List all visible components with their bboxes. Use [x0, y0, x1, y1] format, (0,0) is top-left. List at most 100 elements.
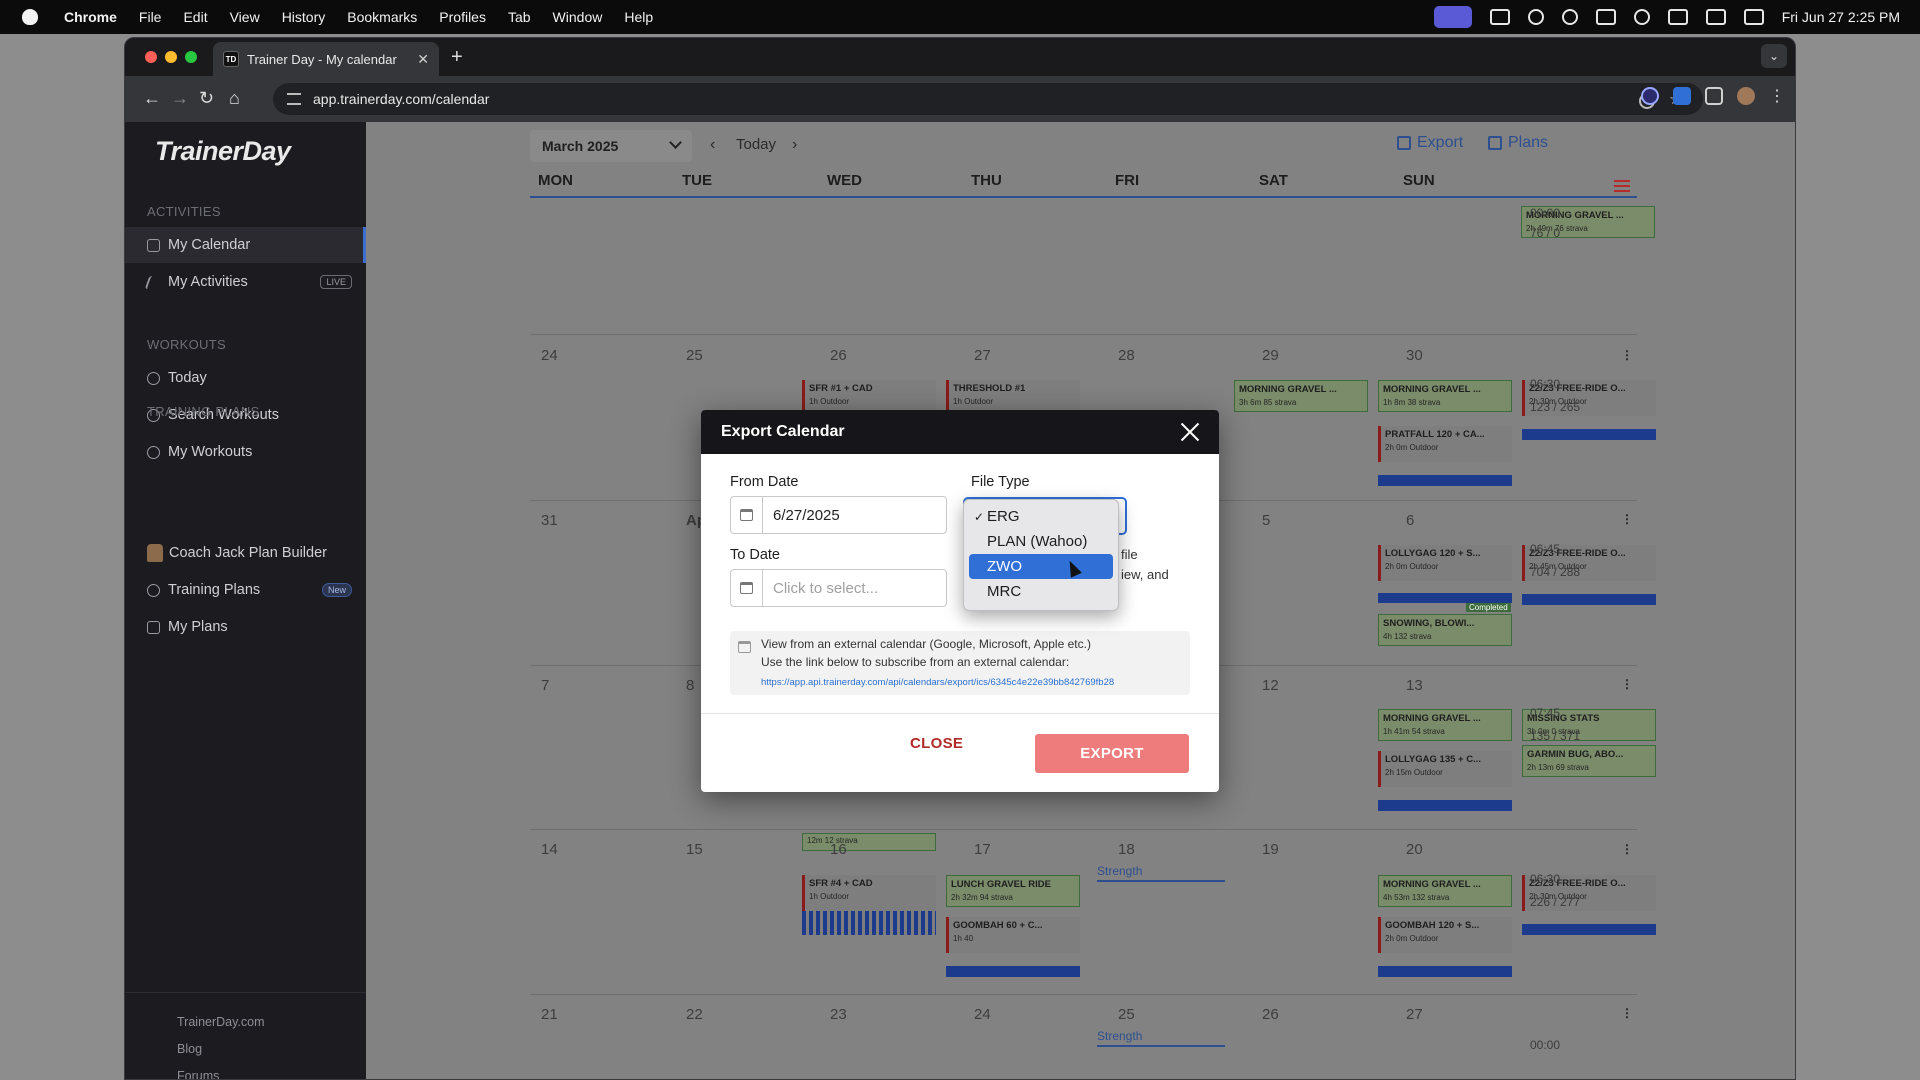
- day-number: 24: [974, 1006, 991, 1023]
- week-menu-icon[interactable]: ⋮: [1621, 512, 1633, 526]
- minimize-window-icon[interactable]: [165, 51, 177, 63]
- prev-month-icon[interactable]: ‹: [710, 136, 715, 154]
- next-month-icon[interactable]: ›: [792, 136, 797, 154]
- camera-icon[interactable]: [1595, 9, 1616, 25]
- sidebar-item-coach-jack[interactable]: Coach Jack Plan Builder: [125, 535, 366, 571]
- workout-card[interactable]: SFR #4 + CAD 1h Outdoor: [802, 875, 936, 911]
- close-window-icon[interactable]: [145, 51, 157, 63]
- activity-card[interactable]: SNOWING, BLOWI... 4h 132 strava: [1378, 614, 1512, 646]
- forward-icon[interactable]: →: [171, 88, 189, 109]
- week-menu-icon[interactable]: ⋮: [1621, 1006, 1633, 1020]
- sidebar-item-label: Today: [168, 370, 207, 386]
- footer-link-blog[interactable]: Blog: [177, 1042, 202, 1056]
- battery-icon[interactable]: [1705, 9, 1726, 25]
- month-select[interactable]: March 2025: [530, 130, 692, 162]
- activity-card[interactable]: MORNING GRAVEL ... 4h 53m 132 strava: [1378, 875, 1512, 907]
- workout-card[interactable]: PRATFALL 120 + CA... 2h 0m Outdoor: [1378, 426, 1512, 462]
- password-manager-icon[interactable]: [1641, 87, 1659, 105]
- menu-profiles[interactable]: Profiles: [439, 9, 486, 25]
- activity-card[interactable]: GARMIN BUG, ABO... 2h 13m 69 strava: [1522, 745, 1656, 777]
- plans-icon: [147, 583, 160, 597]
- calendar-menu-icon[interactable]: [1614, 180, 1630, 192]
- trainerday-logo[interactable]: TrainerDay: [155, 136, 291, 167]
- activity-card[interactable]: LUNCH GRAVEL RIDE 2h 32m 94 strava: [946, 875, 1080, 907]
- sidebar-item-training-plans[interactable]: Training Plans New: [125, 572, 366, 608]
- close-icon[interactable]: [1179, 421, 1201, 443]
- option-zwo[interactable]: ZWO: [969, 554, 1113, 579]
- maximize-window-icon[interactable]: [185, 51, 197, 63]
- week-time: 00:00: [1530, 1038, 1561, 1052]
- footer-link-trainerday[interactable]: TrainerDay.com: [177, 1015, 265, 1029]
- tab-close-icon[interactable]: ✕: [417, 51, 429, 68]
- screen-share-icon[interactable]: [1433, 6, 1472, 28]
- wifi-icon[interactable]: [1633, 9, 1650, 25]
- address-bar[interactable]: app.trainerday.com/calendar ☆: [273, 83, 1703, 115]
- menu-edit[interactable]: Edit: [183, 9, 207, 25]
- week-menu-icon[interactable]: ⋮: [1621, 348, 1633, 362]
- subscribe-link[interactable]: https://app.api.trainerday.com/api/calen…: [761, 677, 1114, 688]
- activity-card[interactable]: MORNING GRAVEL ... 3h 6m 85 strava: [1234, 380, 1368, 412]
- month-select-value: March 2025: [542, 138, 619, 154]
- sidebar-item-my-activities[interactable]: My Activities LIVE: [125, 264, 366, 300]
- new-tab-icon[interactable]: +: [451, 46, 463, 69]
- menu-file[interactable]: File: [139, 9, 162, 25]
- apple-icon[interactable]: [22, 9, 38, 25]
- profile-avatar-icon[interactable]: [1737, 87, 1755, 105]
- menu-bookmarks[interactable]: Bookmarks: [347, 9, 417, 25]
- home-icon[interactable]: ⌂: [229, 88, 240, 109]
- strength-item[interactable]: Strength: [1097, 1029, 1225, 1047]
- option-plan-wahoo[interactable]: PLAN (Wahoo): [969, 529, 1113, 554]
- day-number: 13: [1406, 677, 1423, 694]
- sidebar-item-today[interactable]: Today: [125, 360, 366, 396]
- export-link[interactable]: Export: [1397, 134, 1463, 152]
- workout-card[interactable]: LOLLYGAG 120 + S... 2h 0m Outdoor: [1378, 545, 1512, 581]
- sidebar-item-my-workouts[interactable]: My Workouts: [125, 434, 366, 470]
- header-divider: [530, 196, 1637, 198]
- control-center-icon[interactable]: [1743, 9, 1764, 25]
- activity-card[interactable]: 12m 12 strava: [802, 833, 936, 851]
- more-dots-icon[interactable]: [1667, 9, 1688, 25]
- butterfly-icon[interactable]: [1561, 9, 1578, 25]
- chat-status-icon[interactable]: [1527, 9, 1544, 25]
- sidebar-item-my-calendar[interactable]: My Calendar: [125, 227, 366, 263]
- sidebar-item-my-plans[interactable]: My Plans: [125, 609, 366, 645]
- reload-icon[interactable]: ↻: [199, 88, 214, 109]
- menu-tab[interactable]: Tab: [508, 9, 531, 25]
- menu-app-name[interactable]: Chrome: [64, 9, 117, 25]
- workout-card[interactable]: LOLLYGAG 135 + C... 2h 15m Outdoor: [1378, 751, 1512, 787]
- export-button[interactable]: EXPORT: [1035, 734, 1189, 773]
- back-icon[interactable]: ←: [143, 88, 161, 109]
- menu-view[interactable]: View: [230, 9, 260, 25]
- menu-history[interactable]: History: [282, 9, 326, 25]
- week-menu-icon[interactable]: ⋮: [1621, 842, 1633, 856]
- plans-link[interactable]: Plans: [1488, 134, 1548, 152]
- workout-card[interactable]: GOOMBAH 120 + S... 2h 0m Outdoor: [1378, 917, 1512, 953]
- tab-search-icon[interactable]: ⌄: [1761, 44, 1787, 68]
- week-menu-icon[interactable]: ⋮: [1621, 677, 1633, 691]
- today-button[interactable]: Today: [736, 136, 776, 153]
- menu-window[interactable]: Window: [553, 9, 603, 25]
- activity-card[interactable]: MORNING GRAVEL ... 1h 8m 38 strava: [1378, 380, 1512, 412]
- option-erg[interactable]: ✓ ERG: [969, 504, 1113, 529]
- clock-icon: [147, 371, 160, 385]
- close-button[interactable]: CLOSE: [910, 735, 963, 752]
- footer-link-forums[interactable]: Forums: [177, 1069, 219, 1079]
- card-title: SFR #4 + CAD: [809, 878, 873, 889]
- app-status-icon[interactable]: [1489, 9, 1510, 25]
- day-number: 20: [1406, 841, 1423, 858]
- to-date-field[interactable]: Click to select...: [730, 569, 947, 607]
- menu-help[interactable]: Help: [624, 9, 653, 25]
- activity-card[interactable]: MORNING GRAVEL ... 1h 41m 54 strava: [1378, 709, 1512, 741]
- from-date-field[interactable]: 6/27/2025: [730, 496, 947, 534]
- site-settings-icon[interactable]: [287, 93, 301, 105]
- extensions-puzzle-icon[interactable]: [1705, 87, 1723, 105]
- workout-card[interactable]: GOOMBAH 60 + C... 1h 40: [946, 917, 1080, 953]
- hint-line: file: [1121, 547, 1138, 562]
- browser-tab-active[interactable]: TD Trainer Day - My calendar ✕: [213, 42, 439, 76]
- download-extension-icon[interactable]: [1673, 87, 1691, 105]
- menubar-clock[interactable]: Fri Jun 27 2:25 PM: [1782, 9, 1900, 25]
- strength-item[interactable]: Strength: [1097, 864, 1225, 882]
- card-meta: 2h 32m 94 strava: [951, 893, 1013, 902]
- browser-menu-icon[interactable]: ⋮: [1769, 86, 1785, 106]
- option-mrc[interactable]: MRC: [969, 579, 1113, 604]
